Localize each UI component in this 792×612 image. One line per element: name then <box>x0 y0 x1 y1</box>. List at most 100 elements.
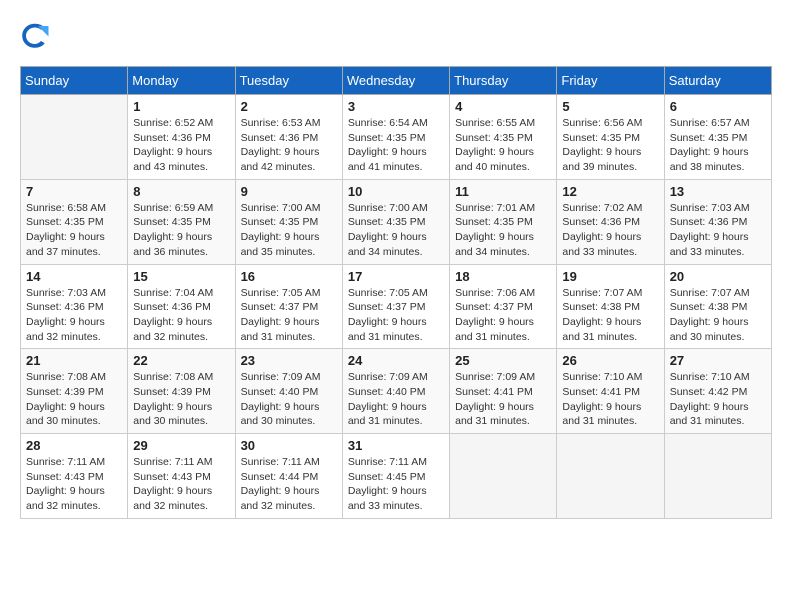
calendar-week-row: 28 Sunrise: 7:11 AM Sunset: 4:43 PM Dayli… <box>21 434 772 519</box>
day-info: Sunrise: 6:54 AM Sunset: 4:35 PM Dayligh… <box>348 116 444 175</box>
calendar-cell: 25 Sunrise: 7:09 AM Sunset: 4:41 PM Dayli… <box>450 349 557 434</box>
day-number: 9 <box>241 184 337 199</box>
calendar-cell: 31 Sunrise: 7:11 AM Sunset: 4:45 PM Dayli… <box>342 434 449 519</box>
day-number: 17 <box>348 269 444 284</box>
day-number: 26 <box>562 353 658 368</box>
calendar-table: SundayMondayTuesdayWednesdayThursdayFrid… <box>20 66 772 519</box>
calendar-cell: 14 Sunrise: 7:03 AM Sunset: 4:36 PM Dayli… <box>21 264 128 349</box>
calendar-cell: 23 Sunrise: 7:09 AM Sunset: 4:40 PM Dayli… <box>235 349 342 434</box>
calendar-cell: 11 Sunrise: 7:01 AM Sunset: 4:35 PM Dayli… <box>450 179 557 264</box>
weekday-header-row: SundayMondayTuesdayWednesdayThursdayFrid… <box>21 67 772 95</box>
calendar-cell: 24 Sunrise: 7:09 AM Sunset: 4:40 PM Dayli… <box>342 349 449 434</box>
weekday-header-tuesday: Tuesday <box>235 67 342 95</box>
calendar-cell: 2 Sunrise: 6:53 AM Sunset: 4:36 PM Daylig… <box>235 95 342 180</box>
calendar-cell: 8 Sunrise: 6:59 AM Sunset: 4:35 PM Daylig… <box>128 179 235 264</box>
day-number: 25 <box>455 353 551 368</box>
calendar-cell: 18Sunrise: 7:06 AM Sunset: 4:37 PM Dayli… <box>450 264 557 349</box>
day-number: 3 <box>348 99 444 114</box>
day-info: Sunrise: 7:11 AM Sunset: 4:44 PM Dayligh… <box>241 455 337 514</box>
day-info: Sunrise: 6:58 AM Sunset: 4:35 PM Dayligh… <box>26 201 122 260</box>
calendar-cell: 4 Sunrise: 6:55 AM Sunset: 4:35 PM Daylig… <box>450 95 557 180</box>
weekday-header-friday: Friday <box>557 67 664 95</box>
calendar-week-row: 1 Sunrise: 6:52 AM Sunset: 4:36 PM Daylig… <box>21 95 772 180</box>
day-info: Sunrise: 7:10 AM Sunset: 4:41 PM Dayligh… <box>562 370 658 429</box>
day-number: 2 <box>241 99 337 114</box>
day-info: Sunrise: 7:08 AM Sunset: 4:39 PM Dayligh… <box>26 370 122 429</box>
day-number: 4 <box>455 99 551 114</box>
day-number: 31 <box>348 438 444 453</box>
day-number: 12 <box>562 184 658 199</box>
day-info: Sunrise: 6:53 AM Sunset: 4:36 PM Dayligh… <box>241 116 337 175</box>
day-number: 14 <box>26 269 122 284</box>
day-info: Sunrise: 7:03 AM Sunset: 4:36 PM Dayligh… <box>670 201 766 260</box>
day-info: Sunrise: 7:11 AM Sunset: 4:43 PM Dayligh… <box>26 455 122 514</box>
calendar-cell: 13 Sunrise: 7:03 AM Sunset: 4:36 PM Dayli… <box>664 179 771 264</box>
logo-icon <box>20 20 50 50</box>
day-number: 16 <box>241 269 337 284</box>
calendar-cell: 1 Sunrise: 6:52 AM Sunset: 4:36 PM Daylig… <box>128 95 235 180</box>
calendar-cell: 10 Sunrise: 7:00 AM Sunset: 4:35 PM Dayli… <box>342 179 449 264</box>
logo <box>20 20 54 50</box>
day-number: 8 <box>133 184 229 199</box>
calendar-cell: 6 Sunrise: 6:57 AM Sunset: 4:35 PM Daylig… <box>664 95 771 180</box>
day-info: Sunrise: 6:57 AM Sunset: 4:35 PM Dayligh… <box>670 116 766 175</box>
day-number: 20 <box>670 269 766 284</box>
day-info: Sunrise: 6:52 AM Sunset: 4:36 PM Dayligh… <box>133 116 229 175</box>
calendar-cell <box>450 434 557 519</box>
day-info: Sunrise: 7:09 AM Sunset: 4:40 PM Dayligh… <box>348 370 444 429</box>
weekday-header-sunday: Sunday <box>21 67 128 95</box>
day-info: Sunrise: 6:55 AM Sunset: 4:35 PM Dayligh… <box>455 116 551 175</box>
day-number: 13 <box>670 184 766 199</box>
day-number: 10 <box>348 184 444 199</box>
day-info: Sunrise: 7:09 AM Sunset: 4:41 PM Dayligh… <box>455 370 551 429</box>
day-info: Sunrise: 7:03 AM Sunset: 4:36 PM Dayligh… <box>26 286 122 345</box>
day-info: Sunrise: 7:00 AM Sunset: 4:35 PM Dayligh… <box>348 201 444 260</box>
calendar-cell: 29 Sunrise: 7:11 AM Sunset: 4:43 PM Dayli… <box>128 434 235 519</box>
day-number: 11 <box>455 184 551 199</box>
weekday-header-monday: Monday <box>128 67 235 95</box>
calendar-cell: 9 Sunrise: 7:00 AM Sunset: 4:35 PM Daylig… <box>235 179 342 264</box>
day-info: Sunrise: 7:02 AM Sunset: 4:36 PM Dayligh… <box>562 201 658 260</box>
calendar-cell: 19Sunrise: 7:07 AM Sunset: 4:38 PM Dayli… <box>557 264 664 349</box>
day-number: 23 <box>241 353 337 368</box>
day-info: Sunrise: 6:56 AM Sunset: 4:35 PM Dayligh… <box>562 116 658 175</box>
calendar-cell: 26 Sunrise: 7:10 AM Sunset: 4:41 PM Dayli… <box>557 349 664 434</box>
day-info: Sunrise: 7:11 AM Sunset: 4:45 PM Dayligh… <box>348 455 444 514</box>
weekday-header-thursday: Thursday <box>450 67 557 95</box>
calendar-cell: 5 Sunrise: 6:56 AM Sunset: 4:35 PM Daylig… <box>557 95 664 180</box>
calendar-week-row: 14 Sunrise: 7:03 AM Sunset: 4:36 PM Dayli… <box>21 264 772 349</box>
day-info: Sunrise: 7:11 AM Sunset: 4:43 PM Dayligh… <box>133 455 229 514</box>
day-number: 21 <box>26 353 122 368</box>
calendar-week-row: 7 Sunrise: 6:58 AM Sunset: 4:35 PM Daylig… <box>21 179 772 264</box>
day-info: Sunrise: 7:05 AM Sunset: 4:37 PM Dayligh… <box>348 286 444 345</box>
day-number: 5 <box>562 99 658 114</box>
day-number: 30 <box>241 438 337 453</box>
weekday-header-saturday: Saturday <box>664 67 771 95</box>
day-number: 29 <box>133 438 229 453</box>
day-info: Sunrise: 7:09 AM Sunset: 4:40 PM Dayligh… <box>241 370 337 429</box>
calendar-cell: 15Sunrise: 7:04 AM Sunset: 4:36 PM Dayli… <box>128 264 235 349</box>
day-number: 28 <box>26 438 122 453</box>
day-info: Sunrise: 7:10 AM Sunset: 4:42 PM Dayligh… <box>670 370 766 429</box>
calendar-cell: 22 Sunrise: 7:08 AM Sunset: 4:39 PM Dayli… <box>128 349 235 434</box>
day-info: Sunrise: 7:00 AM Sunset: 4:35 PM Dayligh… <box>241 201 337 260</box>
calendar-cell: 28 Sunrise: 7:11 AM Sunset: 4:43 PM Dayli… <box>21 434 128 519</box>
day-number: 19 <box>562 269 658 284</box>
day-info: Sunrise: 7:01 AM Sunset: 4:35 PM Dayligh… <box>455 201 551 260</box>
calendar-cell: 21 Sunrise: 7:08 AM Sunset: 4:39 PM Dayli… <box>21 349 128 434</box>
calendar-cell: 20 Sunrise: 7:07 AM Sunset: 4:38 PM Dayli… <box>664 264 771 349</box>
day-number: 22 <box>133 353 229 368</box>
calendar-cell: 27 Sunrise: 7:10 AM Sunset: 4:42 PM Dayli… <box>664 349 771 434</box>
day-info: Sunrise: 6:59 AM Sunset: 4:35 PM Dayligh… <box>133 201 229 260</box>
day-info: Sunrise: 7:07 AM Sunset: 4:38 PM Dayligh… <box>670 286 766 345</box>
day-number: 7 <box>26 184 122 199</box>
calendar-cell: 3 Sunrise: 6:54 AM Sunset: 4:35 PM Daylig… <box>342 95 449 180</box>
day-number: 27 <box>670 353 766 368</box>
weekday-header-wednesday: Wednesday <box>342 67 449 95</box>
day-info: Sunrise: 7:08 AM Sunset: 4:39 PM Dayligh… <box>133 370 229 429</box>
day-number: 6 <box>670 99 766 114</box>
day-number: 24 <box>348 353 444 368</box>
day-number: 18 <box>455 269 551 284</box>
calendar-cell: 12 Sunrise: 7:02 AM Sunset: 4:36 PM Dayli… <box>557 179 664 264</box>
day-number: 1 <box>133 99 229 114</box>
